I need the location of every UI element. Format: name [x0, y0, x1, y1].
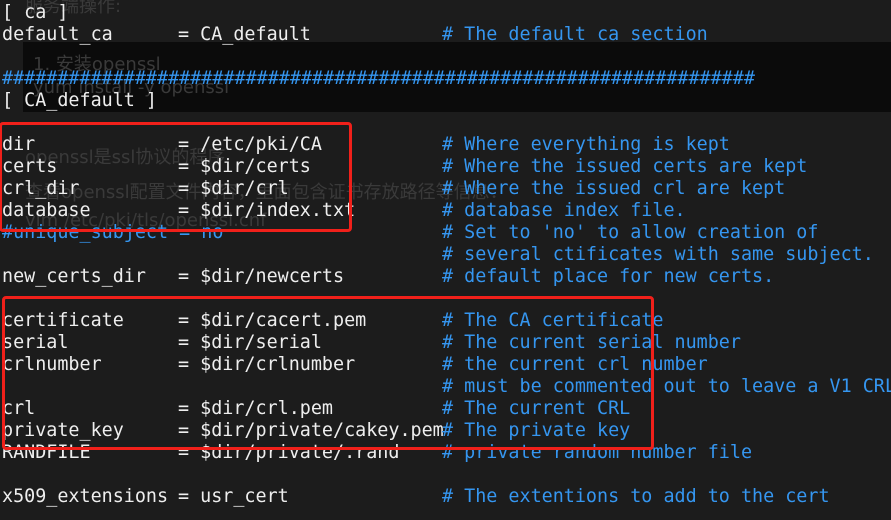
config-key: ########################################…	[2, 68, 755, 89]
config-key: new_certs_dir	[2, 266, 146, 287]
config-comment: # database index file.	[442, 200, 686, 221]
config-comment: # default place for new certs.	[442, 266, 775, 287]
config-comment: # Where the issued crl are kept	[442, 178, 786, 199]
config-comment: # The default ca section	[442, 24, 708, 45]
config-comment: # Where the issued certs are kept	[442, 156, 808, 177]
highlight-box-directories	[0, 122, 352, 232]
config-comment: # Where everything is kept	[442, 134, 730, 155]
config-comment: # Set to 'no' to allow creation of	[442, 222, 819, 243]
config-value: = usr_cert	[178, 486, 289, 507]
highlight-box-files	[2, 296, 654, 450]
config-key: [ CA_default ]	[2, 90, 158, 111]
config-value: = CA_default	[178, 24, 311, 45]
config-comment: # The extentions to add to the cert	[442, 486, 830, 507]
config-value: = $dir/newcerts	[178, 266, 345, 287]
config-key: x509_extensions	[2, 486, 169, 507]
config-key: [ ca ]	[2, 2, 69, 23]
config-comment: # several ctificates with same subject.	[442, 244, 874, 265]
config-key: default_ca	[2, 24, 113, 45]
